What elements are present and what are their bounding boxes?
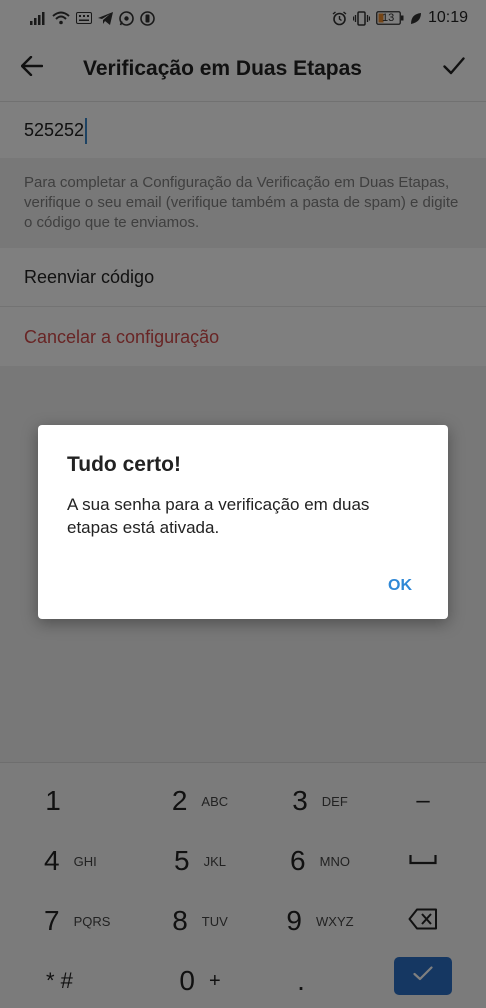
dialog-ok-button[interactable]: OK [382,573,418,599]
dialog-message: A sua senha para a verificação em duas e… [67,495,370,537]
dialog-title: Tudo certo! [67,453,181,476]
success-dialog: Tudo certo! A sua senha para a verificaç… [38,425,448,619]
